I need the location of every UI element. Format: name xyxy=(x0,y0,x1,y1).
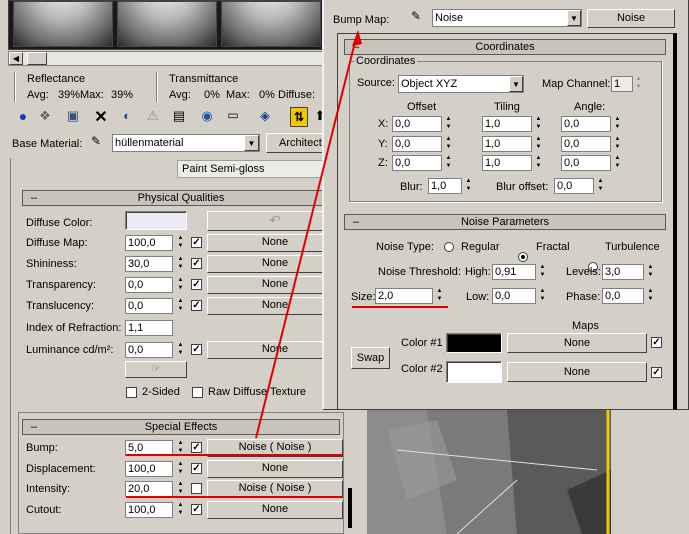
annotation-arrow xyxy=(255,30,362,439)
